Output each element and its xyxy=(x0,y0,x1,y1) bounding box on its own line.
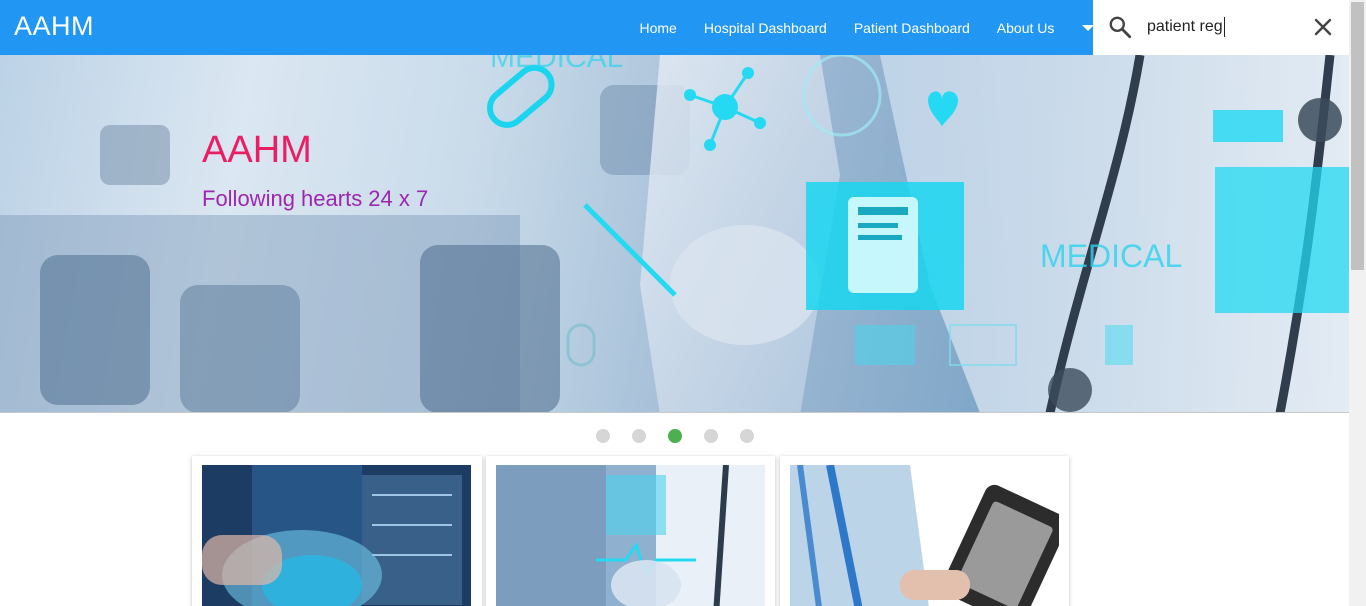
card-image-1[interactable] xyxy=(202,465,471,606)
card-image-3[interactable] xyxy=(790,465,1059,606)
carousel-dot-4[interactable] xyxy=(704,429,718,443)
svg-text:MEDICAL: MEDICAL xyxy=(490,55,623,74)
nav-link-hospital-dashboard[interactable]: Hospital Dashboard xyxy=(690,0,840,55)
svg-text:MEDICAL: MEDICAL xyxy=(1040,238,1182,274)
feature-card-3[interactable] xyxy=(780,456,1069,606)
hero-subtitle: Following hearts 24 x 7 xyxy=(202,186,429,211)
hero-title: AAHM xyxy=(202,129,312,171)
text-cursor xyxy=(1224,17,1225,37)
nav-links: Home Hospital Dashboard Patient Dashboar… xyxy=(626,0,1094,55)
card-image-2[interactable] xyxy=(496,465,765,606)
carousel-dot-1[interactable] xyxy=(596,429,610,443)
page: AAHM Home Hospital Dashboard Patient Das… xyxy=(0,0,1366,606)
nav-link-patient-dashboard[interactable]: Patient Dashboard xyxy=(840,0,983,55)
carousel-dot-2[interactable] xyxy=(632,429,646,443)
scrollbar-thumb[interactable] xyxy=(1351,2,1364,270)
feature-card-2[interactable] xyxy=(486,456,775,606)
close-icon[interactable] xyxy=(1311,15,1335,39)
search-bar xyxy=(1093,0,1349,55)
nav-link-home[interactable]: Home xyxy=(626,0,690,55)
carousel-dot-3[interactable] xyxy=(668,429,682,443)
feature-card-1[interactable] xyxy=(192,456,482,606)
hero-carousel: MEDICAL MEDICAL AAHM Following hearts 24… xyxy=(0,55,1349,413)
nav-link-about-us[interactable]: About Us xyxy=(983,0,1068,55)
hero-divider xyxy=(0,412,1349,413)
page-scrollbar[interactable] xyxy=(1349,0,1366,606)
brand-logo[interactable]: AAHM xyxy=(14,11,94,42)
search-input[interactable] xyxy=(1147,14,1297,40)
search-icon[interactable] xyxy=(1107,14,1133,40)
carousel-dot-5[interactable] xyxy=(740,429,754,443)
carousel-indicators xyxy=(596,429,754,443)
hero-background-image: MEDICAL MEDICAL xyxy=(0,55,1349,413)
